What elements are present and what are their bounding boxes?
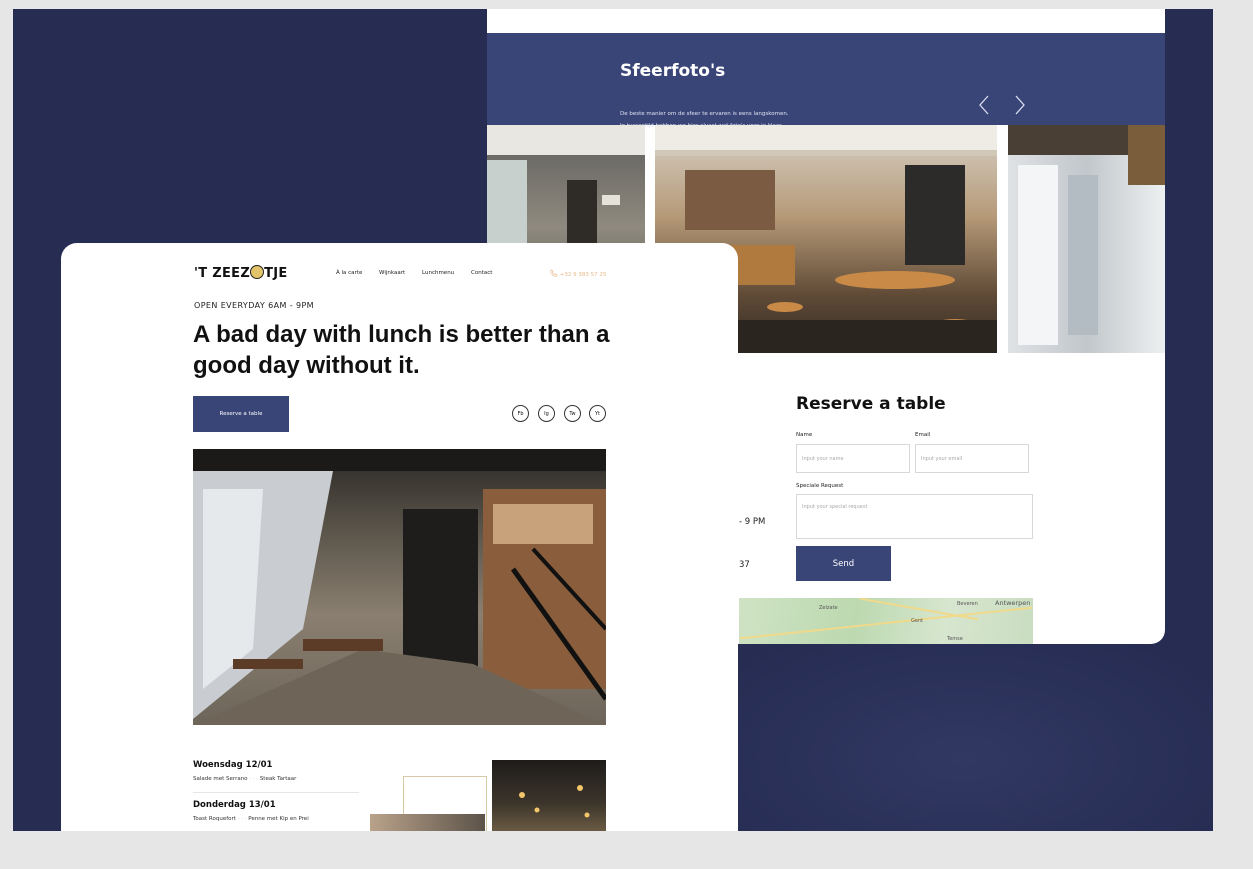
map-label: Zelzate: [819, 605, 838, 611]
gallery-title: Sfeerfoto's: [620, 61, 726, 81]
chevron-right-icon[interactable]: [1014, 95, 1026, 120]
lunch-photo-2: [492, 760, 606, 831]
youtube-icon[interactable]: Yt: [589, 405, 606, 422]
gallery-description-line-1: De beste manier om de sfeer te ervaren i…: [620, 111, 789, 117]
map-label: Antwerpen: [995, 599, 1031, 607]
nav-a-la-carte[interactable]: À la carte: [336, 270, 362, 276]
hero-headline: A bad day with lunch is better than a go…: [193, 321, 610, 379]
nav-lunchmenu[interactable]: Lunchmenu: [422, 270, 454, 276]
hero-photo: [193, 449, 606, 725]
email-input[interactable]: Input your email: [915, 444, 1029, 473]
reserve-title: Reserve a table: [796, 394, 946, 414]
chevron-left-icon[interactable]: [978, 95, 990, 120]
lunch-day: Woensdag 12/01: [193, 760, 273, 770]
phone-fragment: 37: [739, 560, 750, 570]
page-preview-front: 'T ZEEZ TJE À la carte Wijnkaart Lunchmen…: [61, 243, 738, 831]
opening-hours: OPEN EVERYDAY 6AM - 9PM: [194, 301, 314, 310]
email-label: Email: [915, 432, 931, 438]
mascot-icon: [250, 265, 265, 279]
lunch-photo-1: [370, 814, 485, 831]
reserve-table-button[interactable]: Reserve a table: [193, 396, 289, 432]
divider: [193, 792, 359, 793]
hours-fragment: - 9 PM: [739, 517, 766, 527]
reserve-section: Reserve a table: [796, 394, 946, 414]
map-label: Gent: [911, 618, 924, 624]
location-map[interactable]: Antwerpen Zelzate Beveren Gent Temse: [739, 598, 1033, 644]
gallery-header: Sfeerfoto's De beste manier om de sfeer …: [487, 33, 1165, 129]
lunch-dishes: Toast Roquefort · · · Penne met Kip en P…: [193, 816, 309, 822]
request-label: Speciale Request: [796, 483, 844, 489]
nav-wijnkaart[interactable]: Wijnkaart: [379, 270, 405, 276]
map-label: Temse: [947, 636, 963, 642]
nav-contact[interactable]: Contact: [471, 270, 492, 276]
phone-link[interactable]: +32 9 383 57 25: [550, 269, 606, 278]
site-logo[interactable]: 'T ZEEZ TJE: [194, 265, 288, 281]
lunch-day: Donderdag 13/01: [193, 800, 276, 810]
name-label: Name: [796, 432, 813, 438]
lunch-dishes: Salade met Serrano · · · Steak Tartaar: [193, 776, 297, 782]
send-button[interactable]: Send: [796, 546, 891, 581]
map-label: Beveren: [957, 601, 978, 607]
phone-icon: [550, 269, 558, 277]
gallery-photo-3: [1008, 125, 1165, 353]
facebook-icon[interactable]: Fb: [512, 405, 529, 422]
name-input[interactable]: Input your name: [796, 444, 910, 473]
instagram-icon[interactable]: Ig: [538, 405, 555, 422]
twitter-icon[interactable]: Tw: [564, 405, 581, 422]
request-textarea[interactable]: Input your special request: [796, 494, 1033, 539]
